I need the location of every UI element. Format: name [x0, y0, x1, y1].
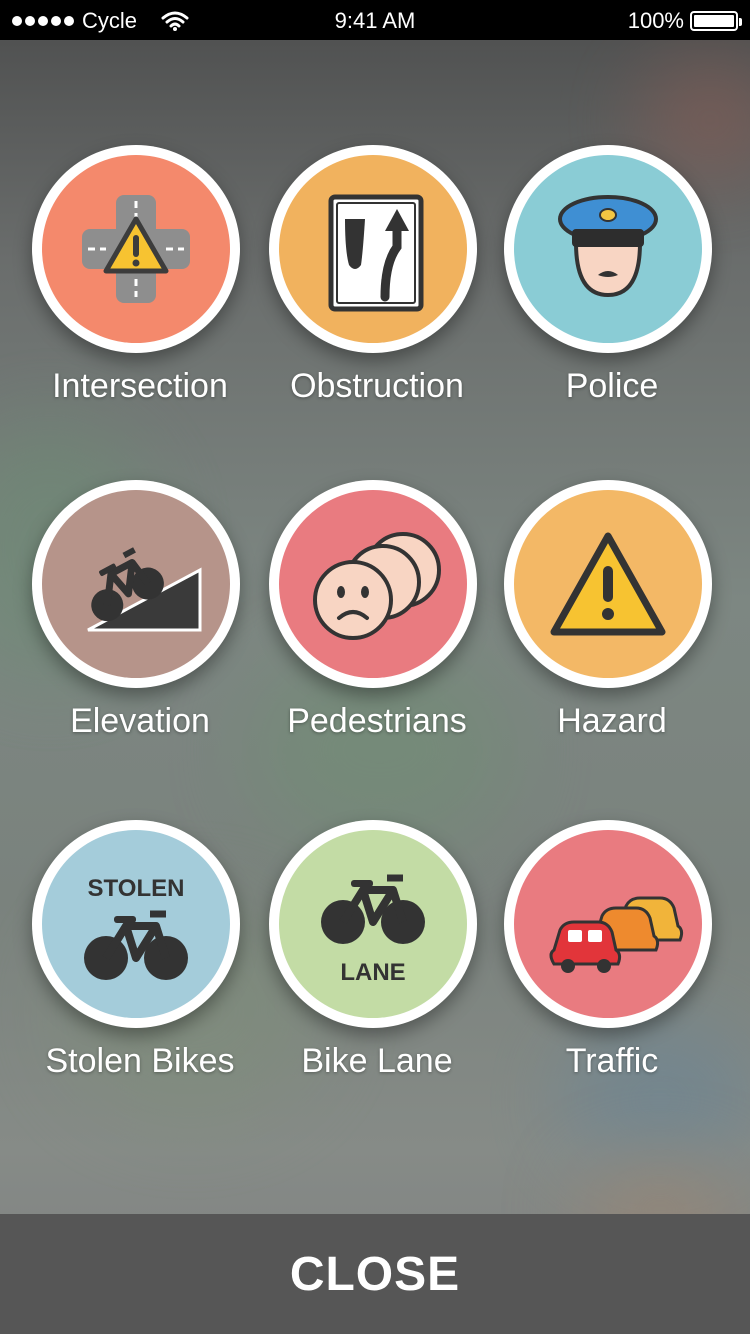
close-button[interactable]: CLOSE	[0, 1214, 750, 1334]
lane-badge-text: LANE	[340, 959, 405, 986]
intersection-icon	[42, 155, 230, 343]
report-label: Police	[565, 367, 659, 405]
report-label: Pedestrians	[287, 702, 467, 740]
report-label: Obstruction	[290, 367, 464, 405]
traffic-icon	[514, 830, 702, 1018]
report-label: Elevation	[70, 702, 210, 740]
battery-icon	[690, 11, 742, 31]
battery-percent: 100%	[627, 8, 684, 33]
report-label: Stolen Bikes	[45, 1042, 235, 1080]
hazard-icon	[514, 490, 702, 678]
stolen-badge-text: STOLEN	[88, 875, 185, 902]
status-bar: Cycle 9:41 AM 100%	[0, 0, 750, 40]
close-button-label: CLOSE	[289, 1247, 461, 1301]
report-label: Bike Lane	[301, 1042, 453, 1080]
police-icon	[514, 155, 702, 343]
bike-lane-icon: LANE	[279, 830, 467, 1018]
obstruction-icon	[279, 155, 467, 343]
report-label: Intersection	[52, 367, 228, 405]
report-label: Traffic	[565, 1042, 659, 1080]
pedestrians-icon	[279, 490, 467, 678]
stolen-bikes-icon: STOLEN	[42, 830, 230, 1018]
report-label: Hazard	[557, 702, 667, 740]
elevation-icon	[42, 490, 230, 678]
